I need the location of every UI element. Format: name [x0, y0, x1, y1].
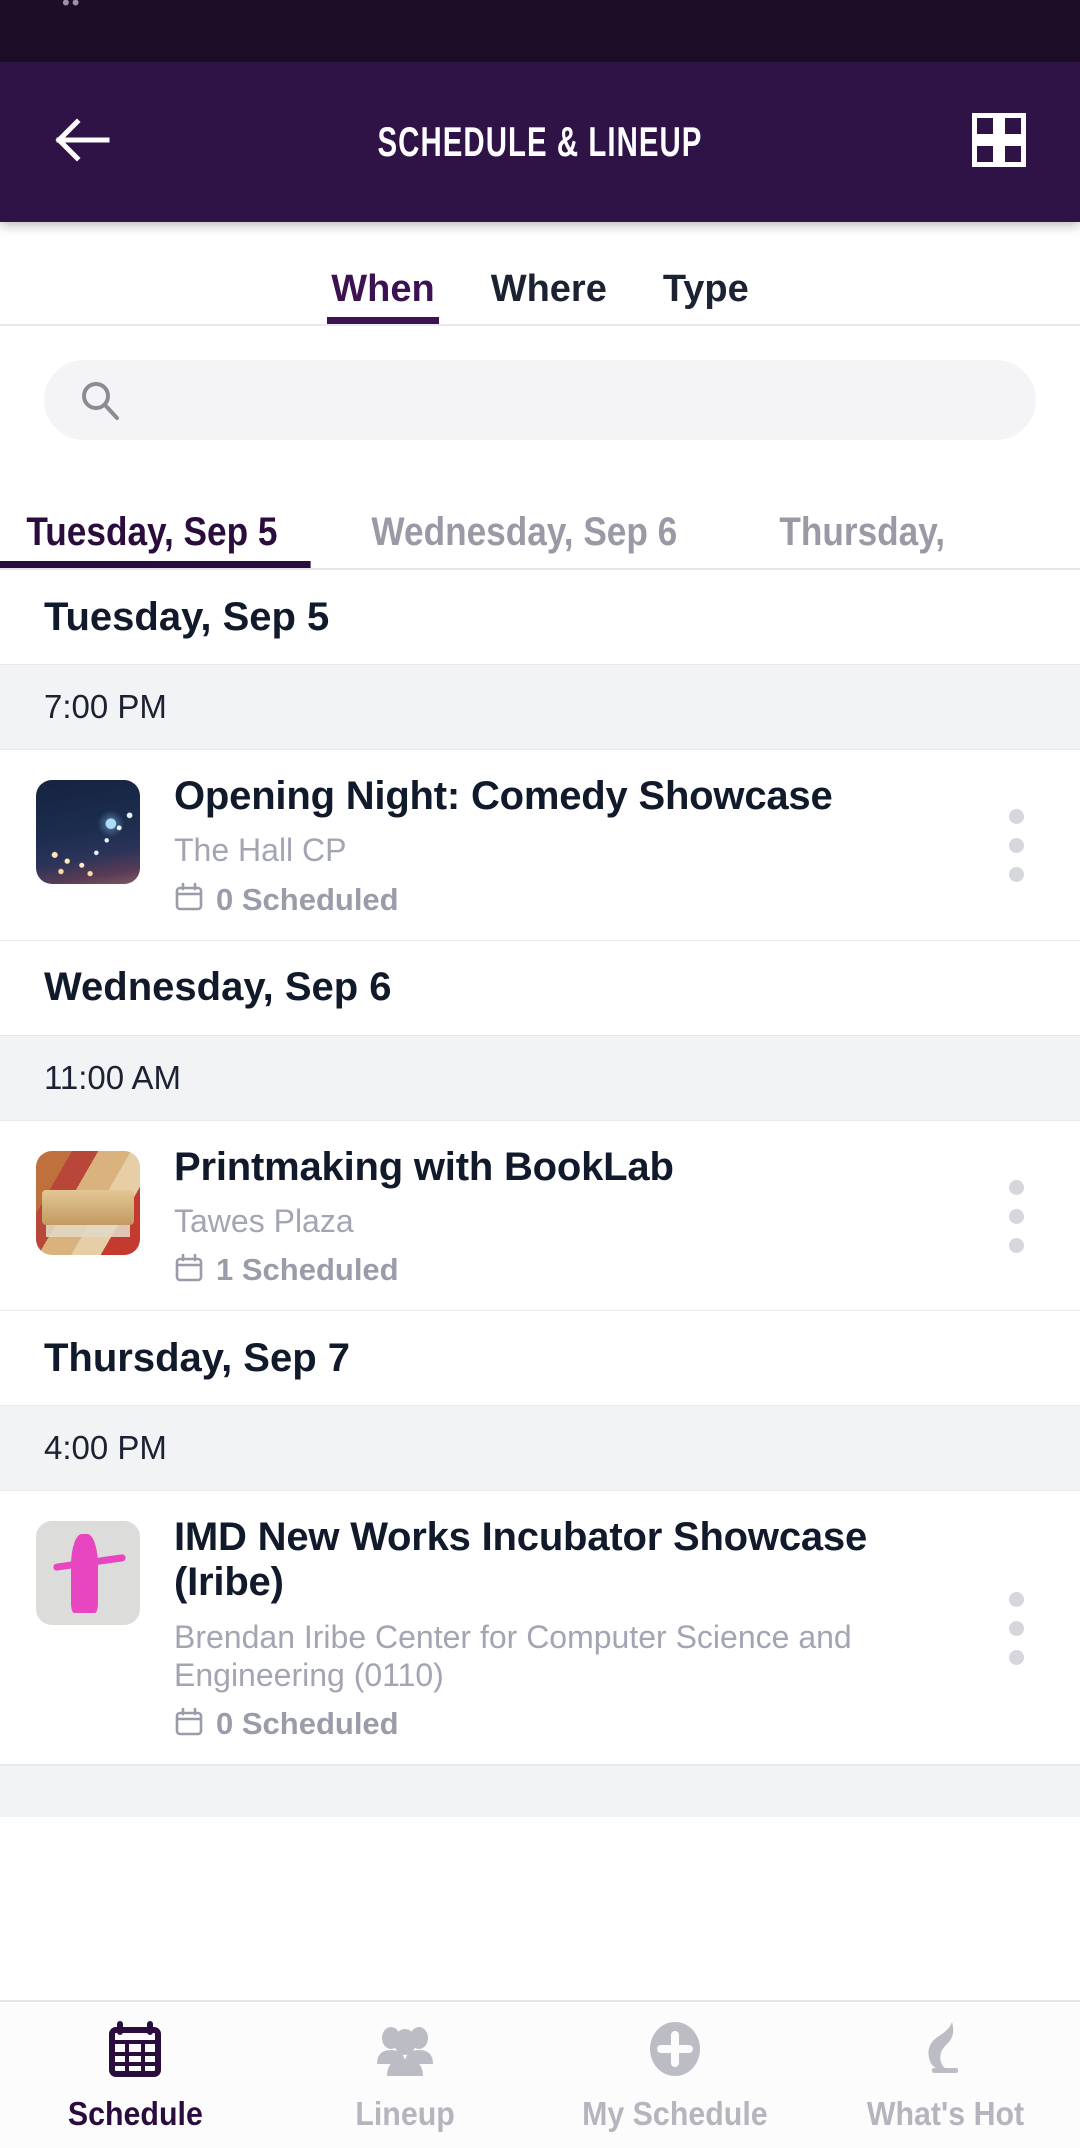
event-scheduled-count: 0 Scheduled — [216, 1706, 399, 1742]
overflow-menu-icon[interactable] — [988, 1592, 1044, 1666]
day-tab-tuesday[interactable]: Tuesday, Sep 5 — [0, 512, 312, 568]
event-body: IMD New Works Incubator Showcase (Iribe)… — [140, 1515, 988, 1742]
event-thumbnail — [36, 780, 140, 884]
event-title: IMD New Works Incubator Showcase (Iribe) — [174, 1515, 868, 1605]
calendar-icon — [174, 882, 204, 917]
status-bar: •• — [0, 0, 1080, 62]
arrow-left-icon — [55, 117, 111, 167]
nav-item-whats-hot[interactable]: What's Hot — [810, 2018, 1080, 2133]
event-location: The Hall CP — [174, 832, 347, 869]
nav-label: Schedule — [67, 2094, 203, 2132]
event-meta: 1 Scheduled — [174, 1252, 958, 1288]
event-meta: 0 Scheduled — [174, 882, 958, 918]
event-thumbnail — [36, 1150, 140, 1255]
plus-circle-icon — [644, 2018, 706, 2085]
event-row[interactable]: Opening Night: Comedy Showcase The Hall … — [0, 750, 1080, 941]
event-title: Printmaking with BookLab — [174, 1144, 674, 1189]
event-row[interactable]: IMD New Works Incubator Showcase (Iribe)… — [0, 1491, 1080, 1766]
event-meta: 0 Scheduled — [174, 1706, 958, 1742]
page-title: Schedule & Lineup — [377, 118, 703, 165]
event-body: Printmaking with BookLab Tawes Plaza 1 S… — [140, 1145, 988, 1289]
nav-item-schedule[interactable]: Schedule — [0, 2018, 270, 2133]
event-location: Brendan Iribe Center for Computer Scienc… — [174, 1618, 852, 1693]
schedule-list: Tuesday, Sep 5 7:00 PM Opening Night: Co… — [0, 570, 1080, 2000]
day-tab-thursday[interactable]: Thursday, — [753, 512, 971, 568]
grid-view-button[interactable] — [962, 105, 1036, 179]
time-header: 4:00 PM — [0, 1405, 1080, 1492]
date-header: Wednesday, Sep 6 — [0, 940, 1080, 1035]
event-row[interactable]: Printmaking with BookLab Tawes Plaza 1 S… — [0, 1120, 1080, 1312]
status-bar-glyph: •• — [62, 0, 82, 15]
calendar-icon — [174, 1253, 204, 1288]
nav-label: What's Hot — [866, 2094, 1024, 2132]
people-icon — [374, 2018, 436, 2085]
search-bar-container — [0, 326, 1080, 470]
search-input[interactable] — [142, 381, 1002, 419]
event-scheduled-count: 1 Scheduled — [216, 1252, 399, 1288]
overflow-menu-icon[interactable] — [988, 1179, 1044, 1253]
grid-view-icon — [971, 111, 1027, 172]
calendar-icon — [104, 2018, 166, 2085]
day-tab-wednesday[interactable]: Wednesday, Sep 6 — [345, 512, 704, 568]
calendar-icon — [174, 1707, 204, 1742]
nav-item-my-schedule[interactable]: My Schedule — [540, 2018, 810, 2133]
filter-tab-bar: When Where Type — [0, 222, 1080, 326]
event-thumbnail — [36, 1521, 140, 1626]
tab-when[interactable]: When — [303, 270, 462, 324]
overflow-menu-icon[interactable] — [988, 809, 1044, 883]
next-time-header-partial — [0, 1765, 1080, 1818]
event-scheduled-count: 0 Scheduled — [216, 881, 399, 917]
search-icon — [78, 378, 122, 422]
time-header: 7:00 PM — [0, 664, 1080, 750]
time-header: 11:00 AM — [0, 1034, 1080, 1121]
day-tab-bar: Tuesday, Sep 5 Wednesday, Sep 6 Thursday… — [0, 470, 1080, 570]
date-header: Tuesday, Sep 5 — [0, 570, 1080, 664]
tab-where[interactable]: Where — [463, 270, 635, 324]
nav-label: Lineup — [355, 2094, 455, 2132]
bottom-navigation: Schedule Lineup My Schedule What's Hot — [0, 2000, 1080, 2148]
app-bar: Schedule & Lineup — [0, 62, 1080, 222]
event-body: Opening Night: Comedy Showcase The Hall … — [140, 774, 988, 918]
back-button[interactable] — [44, 103, 122, 181]
nav-label: My Schedule — [582, 2094, 768, 2132]
date-header: Thursday, Sep 7 — [0, 1311, 1080, 1406]
event-location: Tawes Plaza — [174, 1202, 354, 1239]
tab-type[interactable]: Type — [635, 270, 777, 324]
flame-icon — [914, 2018, 976, 2085]
search-box[interactable] — [44, 360, 1036, 440]
app-root: •• Schedule & Lineup W — [0, 0, 1080, 2148]
event-title: Opening Night: Comedy Showcase — [174, 774, 833, 818]
nav-item-lineup[interactable]: Lineup — [270, 2018, 540, 2133]
